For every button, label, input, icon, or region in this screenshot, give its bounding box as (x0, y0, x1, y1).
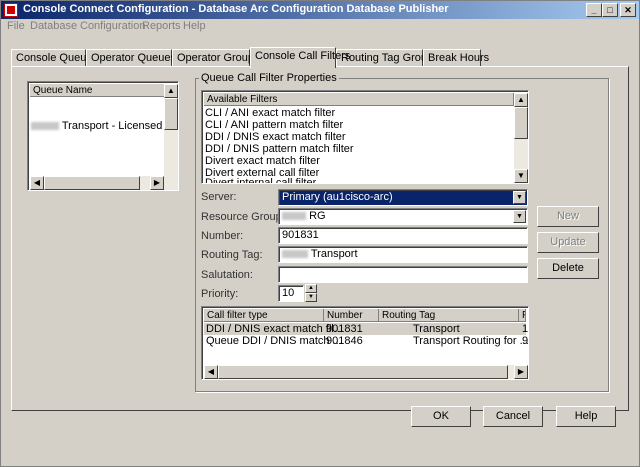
priority-input[interactable]: 10 (278, 285, 304, 302)
title-bar[interactable]: Console Connect Configuration - Database… (1, 1, 639, 19)
queue-list-vscroll[interactable]: ▲ (164, 84, 178, 176)
queue-list-hscroll[interactable]: ◀ ▶ (30, 176, 178, 190)
menu-bar: File Database Configuration Reports Help (1, 19, 639, 35)
filter-item[interactable]: CLI / ANI exact match filter (205, 107, 335, 119)
menu-file[interactable]: File (7, 20, 25, 32)
menu-database[interactable]: Database (30, 20, 77, 32)
menu-configuration[interactable]: Configuration (80, 20, 145, 32)
cell-priority: 1 (522, 323, 529, 335)
redacted-text (31, 122, 59, 131)
minimize-button[interactable]: _ (586, 3, 602, 17)
server-value: Primary (au1cisco-arc) (282, 191, 393, 203)
queue-item-label: Transport - Licensed (61, 120, 163, 132)
filter-item[interactable]: DDI / DNIS pattern match filter (205, 143, 354, 155)
cell-priority: 9 (522, 335, 529, 347)
update-button[interactable]: Update (537, 232, 599, 253)
filters-vscroll[interactable]: ▲ ▼ (514, 93, 528, 183)
cancel-button[interactable]: Cancel (483, 406, 543, 427)
col-number[interactable]: Number (324, 309, 379, 322)
filter-item[interactable]: Divert exact match filter (205, 155, 320, 167)
tab-operator-groups[interactable]: Operator Groups (172, 49, 260, 67)
col-call-filter-type[interactable]: Call filter type (204, 309, 324, 322)
available-filters-header: Available Filters (204, 93, 514, 106)
server-label: Server: (201, 191, 237, 203)
filter-item[interactable]: DDI / DNIS exact match filter (205, 131, 346, 143)
help-button[interactable]: Help (556, 406, 616, 427)
cell-routing-tag: Transport Routing for ... (413, 335, 529, 347)
col-priority[interactable]: P (519, 309, 526, 322)
table-row[interactable]: Queue DDI / DNIS match ... 901846 Transp… (204, 335, 529, 347)
grid-header: Call filter type Number Routing Tag P (204, 309, 526, 322)
new-button[interactable]: New (537, 206, 599, 227)
grid-hscroll[interactable]: ◀ ▶ (204, 365, 528, 379)
cell-filter-type: Queue DDI / DNIS match ... (206, 335, 342, 347)
menu-reports[interactable]: Reports (142, 20, 181, 32)
scroll-thumb[interactable] (44, 176, 140, 190)
cell-routing-tag: Transport (413, 323, 460, 335)
queue-list-item[interactable]: Transport - Licensed (31, 120, 162, 132)
number-input[interactable]: 901831 (278, 227, 528, 244)
queue-list-header: Queue Name (30, 84, 168, 97)
scroll-thumb[interactable] (218, 365, 508, 379)
table-row[interactable]: DDI / DNIS exact match fil... 901831 Tra… (204, 323, 529, 335)
maximize-button[interactable]: □ (602, 3, 618, 17)
scroll-down-icon[interactable]: ▼ (514, 169, 528, 183)
tab-console-queues[interactable]: Console Queues (11, 49, 98, 67)
resource-group-value: RG (309, 210, 326, 222)
available-filters-list[interactable]: Available Filters CLI / ANI exact match … (201, 90, 529, 184)
scroll-thumb[interactable] (164, 98, 178, 130)
routing-tag-value: Transport (310, 248, 358, 260)
window-title: Console Connect Configuration - Database… (23, 3, 449, 15)
resource-group-select[interactable]: RG ▼ (278, 208, 528, 225)
salutation-input[interactable] (278, 266, 528, 283)
resource-group-label: Resource Group: (201, 211, 285, 223)
filter-item[interactable]: Divert internal call filter (205, 177, 316, 183)
chevron-down-icon[interactable]: ▼ (513, 191, 526, 204)
group-title: Queue Call Filter Properties (199, 72, 339, 84)
scroll-thumb[interactable] (514, 107, 528, 139)
chevron-down-icon[interactable]: ▼ (513, 210, 526, 223)
call-filter-grid[interactable]: Call filter type Number Routing Tag P DD… (201, 306, 529, 380)
close-button[interactable]: ✕ (620, 3, 636, 17)
queue-list[interactable]: Queue Name Transport - Licensed ▲ ◀ ▶ (27, 81, 179, 191)
tab-console-call-filters[interactable]: Console Call Filters (250, 47, 350, 68)
scroll-left-icon[interactable]: ◀ (204, 365, 218, 379)
salutation-label: Salutation: (201, 269, 253, 281)
cell-number: 901846 (326, 335, 363, 347)
app-window: Console Connect Configuration - Database… (0, 0, 640, 467)
cell-filter-type: DDI / DNIS exact match fil... (206, 323, 343, 335)
tab-operator-queues[interactable]: Operator Queues (86, 49, 176, 67)
server-select[interactable]: Primary (au1cisco-arc) ▼ (278, 189, 528, 206)
menu-help[interactable]: Help (183, 20, 206, 32)
ok-button[interactable]: OK (411, 406, 471, 427)
priority-down-icon[interactable]: ▼ (305, 293, 317, 302)
app-icon (4, 3, 18, 17)
redacted-text (282, 212, 306, 221)
routing-tag-label: Routing Tag: (201, 249, 263, 261)
queue-name-column-header[interactable]: Queue Name (30, 84, 168, 97)
redacted-text (282, 250, 308, 259)
scroll-up-icon[interactable]: ▲ (514, 93, 528, 107)
tab-break-hours[interactable]: Break Hours (423, 49, 489, 67)
priority-label: Priority: (201, 288, 239, 300)
available-filters-column-header[interactable]: Available Filters (204, 93, 514, 106)
cell-number: 901831 (326, 323, 363, 335)
scroll-right-icon[interactable]: ▶ (150, 176, 164, 190)
priority-up-icon[interactable]: ▲ (305, 284, 317, 293)
scroll-right-icon[interactable]: ▶ (514, 365, 528, 379)
scroll-up-icon[interactable]: ▲ (164, 84, 178, 98)
number-label: Number: (201, 230, 244, 242)
scroll-left-icon[interactable]: ◀ (30, 176, 44, 190)
delete-button[interactable]: Delete (537, 258, 599, 279)
routing-tag-input[interactable]: Transport (278, 246, 528, 263)
filter-item[interactable]: CLI / ANI pattern match filter (205, 119, 343, 131)
col-routing-tag[interactable]: Routing Tag (379, 309, 519, 322)
